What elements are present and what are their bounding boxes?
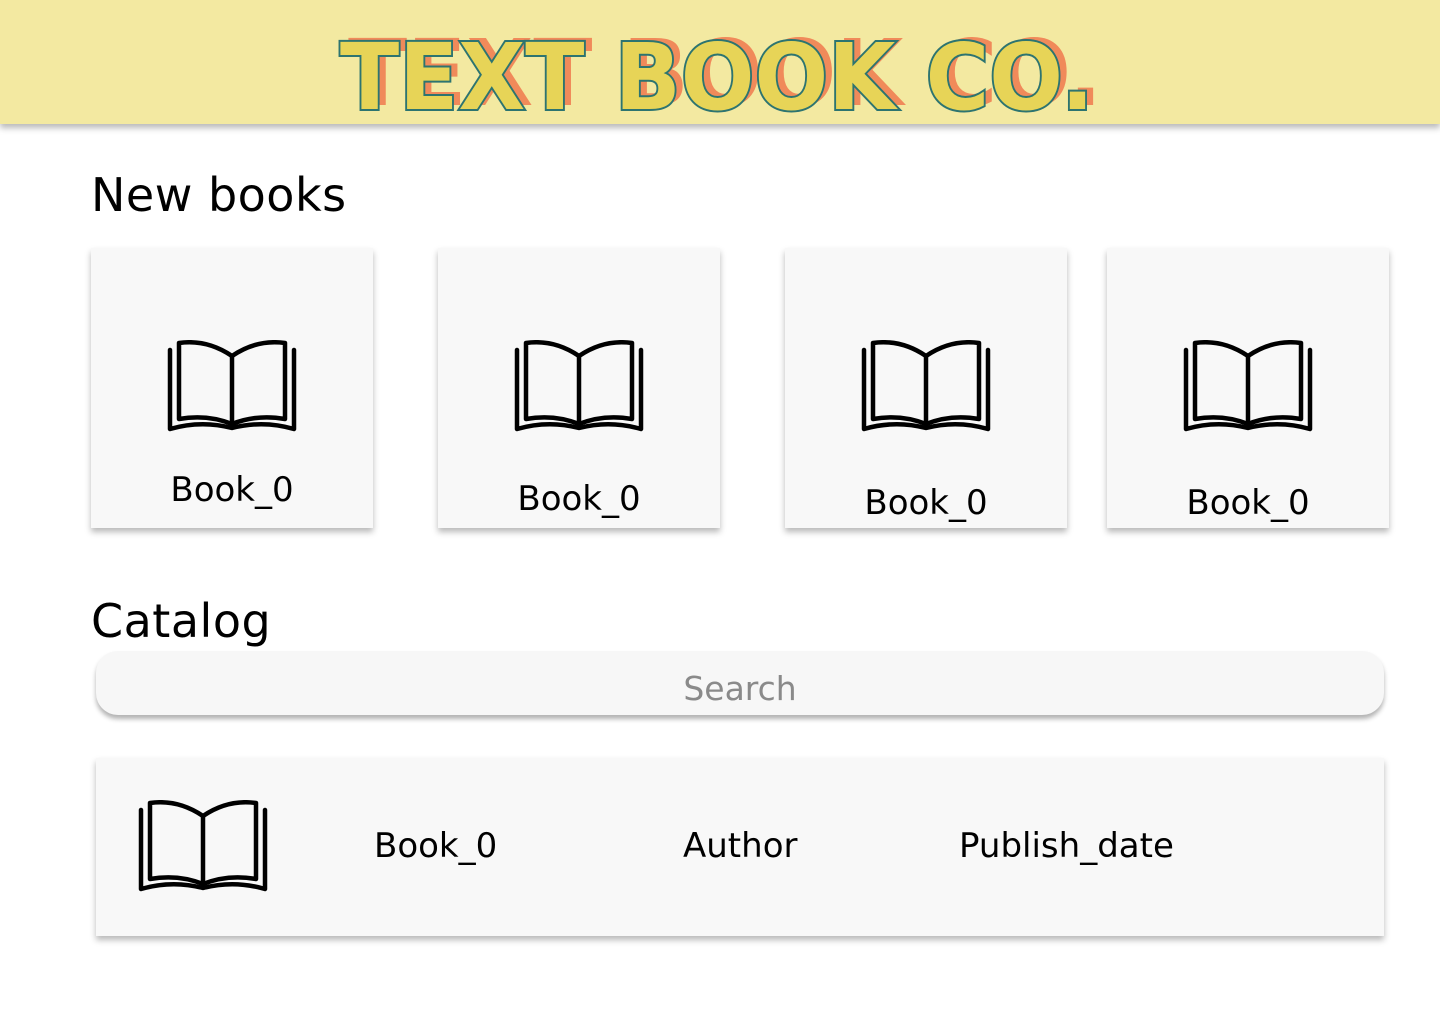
book-icon bbox=[138, 800, 268, 892]
search-input[interactable] bbox=[96, 651, 1384, 715]
book-title: Book_0 bbox=[1186, 483, 1310, 523]
catalog-publish-date: Publish_date bbox=[959, 826, 1174, 866]
book-icon bbox=[861, 340, 991, 432]
book-title: Book_0 bbox=[517, 479, 641, 519]
new-book-card[interactable]: Book_0 bbox=[91, 248, 373, 528]
new-book-card[interactable]: Book_0 bbox=[1107, 248, 1389, 528]
book-title: Book_0 bbox=[170, 470, 294, 510]
new-books-heading: New books bbox=[91, 168, 347, 222]
app-header: TEXT BOOK CO. TEXT BOOK CO. bbox=[0, 0, 1440, 124]
book-icon bbox=[1183, 340, 1313, 432]
new-book-card[interactable]: Book_0 bbox=[438, 248, 720, 528]
book-title: Book_0 bbox=[864, 483, 988, 523]
brand-logo[interactable]: TEXT BOOK CO. TEXT BOOK CO. bbox=[330, 8, 1120, 120]
new-book-card[interactable]: Book_0 bbox=[785, 248, 1067, 528]
svg-text:TEXT BOOK CO.: TEXT BOOK CO. bbox=[340, 24, 1094, 120]
catalog-book-title: Book_0 bbox=[374, 826, 498, 866]
book-icon bbox=[167, 340, 297, 432]
catalog-heading: Catalog bbox=[91, 594, 272, 648]
catalog-row[interactable]: Book_0 Author Publish_date bbox=[96, 758, 1384, 936]
catalog-author: Author bbox=[683, 826, 798, 866]
book-icon bbox=[514, 340, 644, 432]
